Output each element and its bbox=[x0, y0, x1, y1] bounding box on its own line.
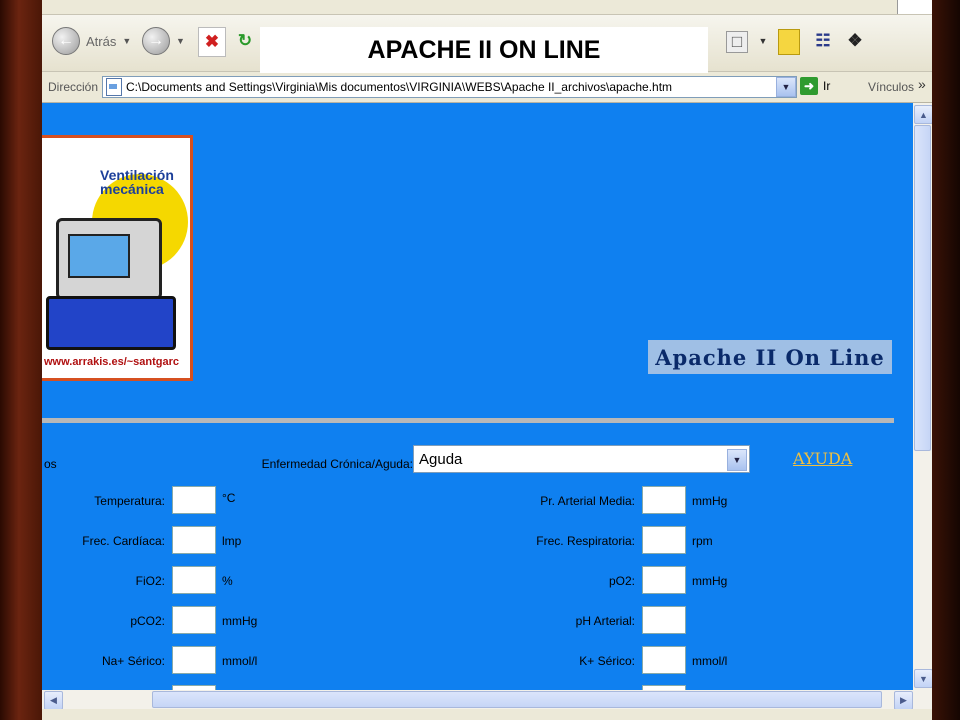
logo-url: www.arrakis.es/~santgarc bbox=[44, 356, 180, 368]
edit-icon[interactable] bbox=[778, 29, 800, 55]
forward-dropdown-icon[interactable]: ▼ bbox=[176, 36, 185, 46]
resp-rate-input[interactable] bbox=[642, 526, 686, 554]
po2-label: pO2: bbox=[608, 574, 635, 588]
temperature-label: Temperatura: bbox=[94, 494, 165, 508]
ph-label: pH Arterial: bbox=[575, 614, 635, 628]
go-arrow-icon: ➜ bbox=[800, 77, 818, 95]
address-url: C:\Documents and Settings\Virginia\Mis d… bbox=[126, 80, 673, 94]
pco2-label: pCO2: bbox=[130, 614, 165, 628]
messenger-icon[interactable]: ❖ bbox=[842, 27, 868, 55]
horizontal-scrollbar[interactable]: ◀ ▶ bbox=[42, 690, 932, 710]
refresh-icon[interactable]: ↻ bbox=[232, 27, 258, 55]
vertical-scroll-thumb[interactable] bbox=[914, 125, 931, 451]
research-icon[interactable]: ☷ bbox=[810, 27, 836, 55]
pco2-input[interactable] bbox=[172, 606, 216, 634]
ventilator-screen-icon bbox=[68, 234, 130, 278]
links-label[interactable]: Vínculos bbox=[868, 80, 914, 94]
horizontal-rule bbox=[42, 418, 894, 423]
page-icon bbox=[106, 78, 122, 96]
chevron-down-icon[interactable]: ▼ bbox=[727, 449, 747, 471]
vertical-scrollbar[interactable]: ▲ ▼ bbox=[913, 103, 932, 690]
potassium-label: K+ Sérico: bbox=[579, 654, 635, 668]
print-dropdown-icon[interactable]: ▼ bbox=[750, 27, 776, 55]
slide-frame-left bbox=[0, 0, 42, 720]
status-bar bbox=[42, 709, 932, 720]
map-label: Pr. Arterial Media: bbox=[540, 494, 635, 508]
scroll-right-icon[interactable]: ▶ bbox=[894, 691, 913, 710]
browser-window: ← Atrás ▼ → ▼ ✖ ↻ □ ▼ ☷ ❖ Dirección C:\D… bbox=[42, 0, 932, 720]
help-link[interactable]: AYUDA bbox=[793, 449, 852, 468]
resp-rate-label: Frec. Respiratoria: bbox=[536, 534, 635, 548]
sodium-unit: mmol/l bbox=[222, 654, 258, 668]
links-chevron-icon[interactable]: » bbox=[918, 76, 926, 92]
chronic-select[interactable]: Aguda ▼ bbox=[413, 445, 750, 473]
map-unit: mmHg bbox=[692, 494, 728, 508]
map-input[interactable] bbox=[642, 486, 686, 514]
heart-rate-input[interactable] bbox=[172, 526, 216, 554]
sodium-input[interactable] bbox=[172, 646, 216, 674]
temperature-input[interactable] bbox=[172, 486, 216, 514]
back-button[interactable]: ← Atrás ▼ bbox=[52, 25, 131, 57]
sodium-label: Na+ Sérico: bbox=[101, 654, 165, 668]
back-dropdown-icon[interactable]: ▼ bbox=[122, 36, 131, 46]
print-icon[interactable]: □ bbox=[726, 31, 748, 53]
po2-input[interactable] bbox=[642, 566, 686, 594]
fio2-label: FiO2: bbox=[135, 574, 165, 588]
ventilator-base-icon bbox=[46, 296, 176, 350]
fio2-input[interactable] bbox=[172, 566, 216, 594]
back-arrow-icon: ← bbox=[52, 27, 80, 55]
address-label: Dirección bbox=[48, 80, 99, 94]
logo-text: Ventilación mecánica bbox=[100, 168, 174, 196]
slide-title: APACHE II ON LINE bbox=[260, 27, 708, 73]
po2-unit: mmHg bbox=[692, 574, 728, 588]
back-label: Atrás bbox=[86, 33, 117, 49]
address-bar: Dirección C:\Documents and Settings\Virg… bbox=[42, 72, 932, 103]
go-label: Ir bbox=[823, 79, 831, 93]
logo-text-line2: mecánica bbox=[100, 181, 164, 197]
clipped-label: os bbox=[44, 457, 57, 471]
heart-rate-label: Frec. Cardíaca: bbox=[82, 534, 165, 548]
scroll-up-icon[interactable]: ▲ bbox=[914, 105, 932, 124]
page-content: Ventilación mecánica www.arrakis.es/~san… bbox=[42, 103, 913, 690]
forward-button[interactable]: → ▼ bbox=[142, 25, 185, 57]
logo-text-line1: Ventilación bbox=[100, 167, 174, 183]
scroll-down-icon[interactable]: ▼ bbox=[914, 669, 932, 688]
go-button[interactable]: ➜ Ir bbox=[800, 77, 830, 95]
page-heading: Apache II On Line bbox=[648, 340, 892, 374]
windows-logo-icon bbox=[897, 0, 932, 14]
scroll-left-icon[interactable]: ◀ bbox=[44, 691, 63, 710]
slide-frame-right bbox=[932, 0, 960, 720]
forward-arrow-icon: → bbox=[142, 27, 170, 55]
temperature-unit: °C bbox=[222, 491, 236, 505]
ph-input[interactable] bbox=[642, 606, 686, 634]
address-dropdown-icon[interactable]: ▼ bbox=[776, 77, 796, 97]
ventilation-logo[interactable]: Ventilación mecánica www.arrakis.es/~san… bbox=[42, 135, 193, 381]
address-input[interactable]: C:\Documents and Settings\Virginia\Mis d… bbox=[102, 76, 797, 98]
chronic-select-value: Aguda bbox=[419, 450, 463, 468]
resp-rate-unit: rpm bbox=[692, 534, 713, 548]
potassium-unit: mmol/l bbox=[692, 654, 728, 668]
heart-rate-unit: lmp bbox=[222, 534, 242, 548]
horizontal-scroll-thumb[interactable] bbox=[152, 691, 882, 708]
menu-bar bbox=[42, 0, 932, 15]
potassium-input[interactable] bbox=[642, 646, 686, 674]
fio2-unit: % bbox=[222, 574, 233, 588]
stop-icon[interactable]: ✖ bbox=[198, 27, 226, 57]
chronic-label: Enfermedad Crónica/Aguda: bbox=[261, 457, 413, 471]
pco2-unit: mmHg bbox=[222, 614, 258, 628]
